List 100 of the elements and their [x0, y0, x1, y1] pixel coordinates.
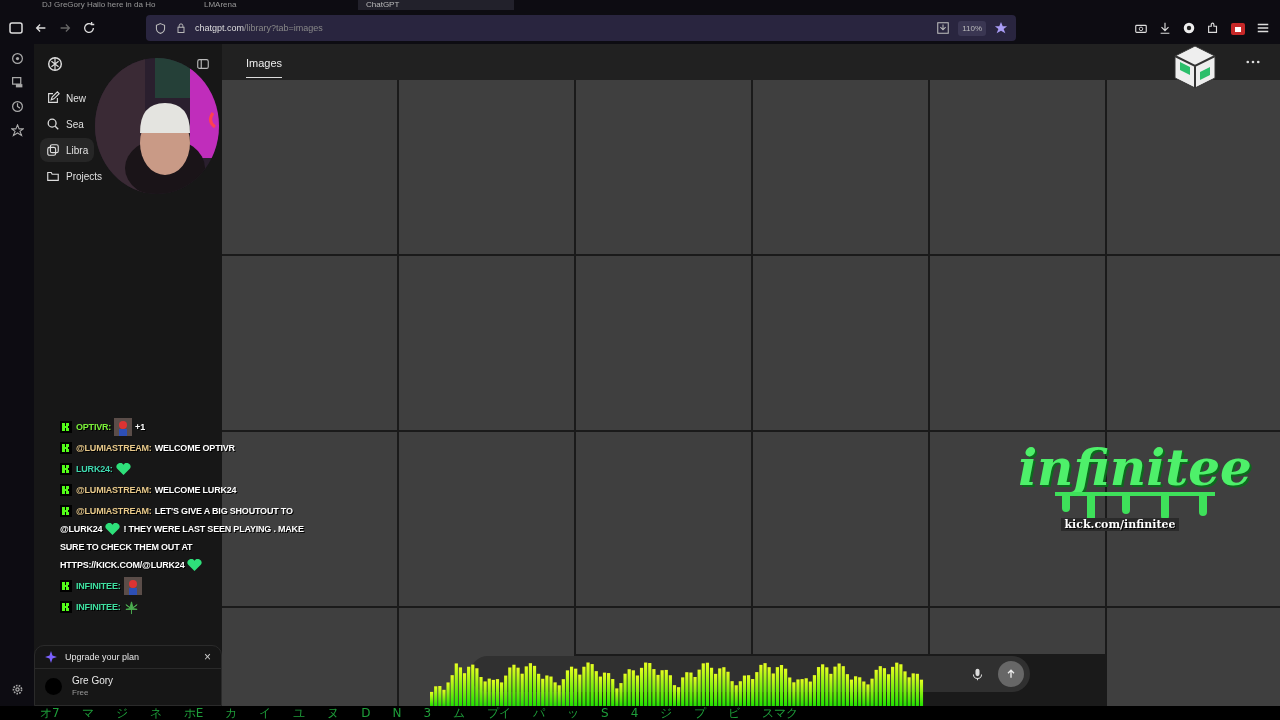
star-icon[interactable] [994, 21, 1008, 35]
sidebar-toggle-icon[interactable] [8, 20, 24, 36]
chat-username: @LUMIASTREAM: [76, 505, 152, 518]
kick-icon [60, 442, 72, 454]
download-icon[interactable] [1158, 21, 1172, 35]
ticker-glyph: 3 [423, 706, 432, 720]
more-icon[interactable] [1246, 60, 1260, 64]
heart-icon [105, 522, 121, 536]
settings-icon[interactable] [10, 683, 24, 696]
extension-icon[interactable] [1182, 21, 1196, 35]
emote-icon [114, 418, 133, 436]
folder-icon [46, 169, 60, 183]
chat-text: HTTPS://KICK.COM/@LURK24 [60, 559, 185, 572]
ticker-glyph: ヌ [327, 706, 340, 720]
chat-username: OPTIVR: [76, 421, 112, 434]
image-tile[interactable] [222, 80, 397, 254]
image-tile[interactable] [753, 608, 928, 654]
arrow-up-icon [1005, 668, 1017, 680]
ticker-glyph: D [361, 706, 371, 720]
chat-text: ! THEY WERE LAST SEEN PLAYING . MAKE [123, 523, 304, 536]
chat-text: SURE TO CHECK THEM OUT AT [60, 541, 193, 554]
reload-icon[interactable] [82, 21, 96, 35]
history-icon[interactable] [10, 100, 24, 113]
search-icon [46, 117, 60, 131]
sidebar-item[interactable]: Sea [40, 112, 90, 136]
ticker-glyph: ネ [149, 706, 162, 720]
kick-icon [60, 505, 72, 517]
browser-tab[interactable]: LMArena [196, 0, 352, 10]
panel-toggle-icon[interactable] [196, 57, 210, 71]
ticker-glyph: ム [453, 706, 466, 720]
ticker-glyph: ビ [728, 706, 741, 720]
leaf-icon [123, 599, 139, 615]
image-tile[interactable] [1107, 256, 1280, 430]
ticker-glyph: パ [533, 706, 546, 720]
chat-username: @LUMIASTREAM: [76, 442, 152, 455]
image-tile[interactable] [399, 256, 574, 430]
heart-icon [115, 462, 131, 476]
logo-url: kick.com/infinitee [1061, 518, 1179, 531]
ticker-glyph: N [392, 706, 402, 720]
image-tile[interactable] [399, 80, 574, 254]
chat-username: INFINITEE: [76, 580, 121, 593]
image-tile[interactable] [753, 80, 928, 254]
close-button[interactable]: × [204, 651, 211, 663]
lock-icon [175, 22, 187, 34]
logo-title: infinitee [1018, 440, 1252, 496]
browser-tab[interactable]: ChatGPT [358, 0, 514, 10]
image-tile[interactable] [399, 432, 574, 606]
image-tile[interactable] [576, 80, 751, 254]
chat-username: @LUMIASTREAM: [76, 484, 152, 497]
url-text: chatgpt.com/library?tab=images [195, 23, 323, 33]
images-tab[interactable]: Images [246, 46, 283, 78]
image-tile[interactable] [1107, 80, 1280, 254]
ticker-glyph: 4 [630, 706, 639, 720]
browser-tab[interactable]: DJ GreGory Hallo here in da Ho [34, 0, 190, 10]
ticker-glyph: カ [225, 706, 238, 720]
image-tile[interactable] [576, 432, 751, 606]
kick-icon [60, 484, 72, 496]
zoom-level[interactable]: 110% [958, 20, 986, 36]
puzzle-icon[interactable] [1206, 21, 1220, 35]
image-tile[interactable] [222, 256, 397, 430]
knot-logo-icon[interactable] [46, 55, 64, 73]
forward-icon[interactable] [58, 21, 72, 35]
user-plan: Free [72, 688, 90, 697]
ticker-glyph: ッ [567, 706, 580, 720]
menu-icon[interactable] [1256, 21, 1270, 35]
send-button[interactable] [998, 661, 1024, 687]
chat-text: WELCOME OPTIVR [154, 442, 235, 455]
microphone-icon[interactable] [971, 667, 984, 681]
upgrade-link[interactable]: Upgrade your plan [65, 652, 140, 662]
chat-username: INFINITEE: [76, 601, 121, 614]
gift-icon[interactable] [1230, 20, 1246, 36]
image-tile[interactable] [930, 80, 1105, 254]
image-tile[interactable] [930, 608, 1105, 654]
address-bar[interactable]: chatgpt.com/library?tab=images 110% [146, 15, 1016, 41]
ticker-glyph: プ [694, 706, 707, 720]
sidebar-item[interactable]: New [40, 86, 92, 110]
image-tile[interactable] [930, 256, 1105, 430]
back-icon[interactable] [34, 21, 48, 35]
image-tile[interactable] [576, 256, 751, 430]
shield-icon [154, 21, 167, 35]
sidebar-item[interactable]: Projects [40, 164, 109, 188]
kick-icon [60, 580, 72, 592]
image-tile[interactable] [753, 432, 928, 606]
download-icon[interactable] [936, 21, 951, 35]
heart-icon [187, 558, 203, 572]
ticker-glyph: ホE [183, 706, 204, 720]
chat-text: +1 [135, 421, 145, 434]
devices-icon[interactable] [10, 76, 24, 89]
ticker-glyph: プイ [487, 706, 512, 720]
chat-username: LURK24: [76, 463, 113, 476]
kick-icon [60, 421, 72, 433]
ticker-glyph: ユ [293, 706, 306, 720]
kick-icon [60, 601, 72, 613]
kick-icon [60, 463, 72, 475]
sidebar-item[interactable]: Libra [40, 138, 95, 162]
image-tile[interactable] [576, 608, 751, 654]
ticker-glyph: S [601, 706, 609, 720]
image-tile[interactable] [753, 256, 928, 430]
ticker-glyph: マ [81, 706, 94, 720]
star-icon[interactable] [10, 124, 24, 137]
